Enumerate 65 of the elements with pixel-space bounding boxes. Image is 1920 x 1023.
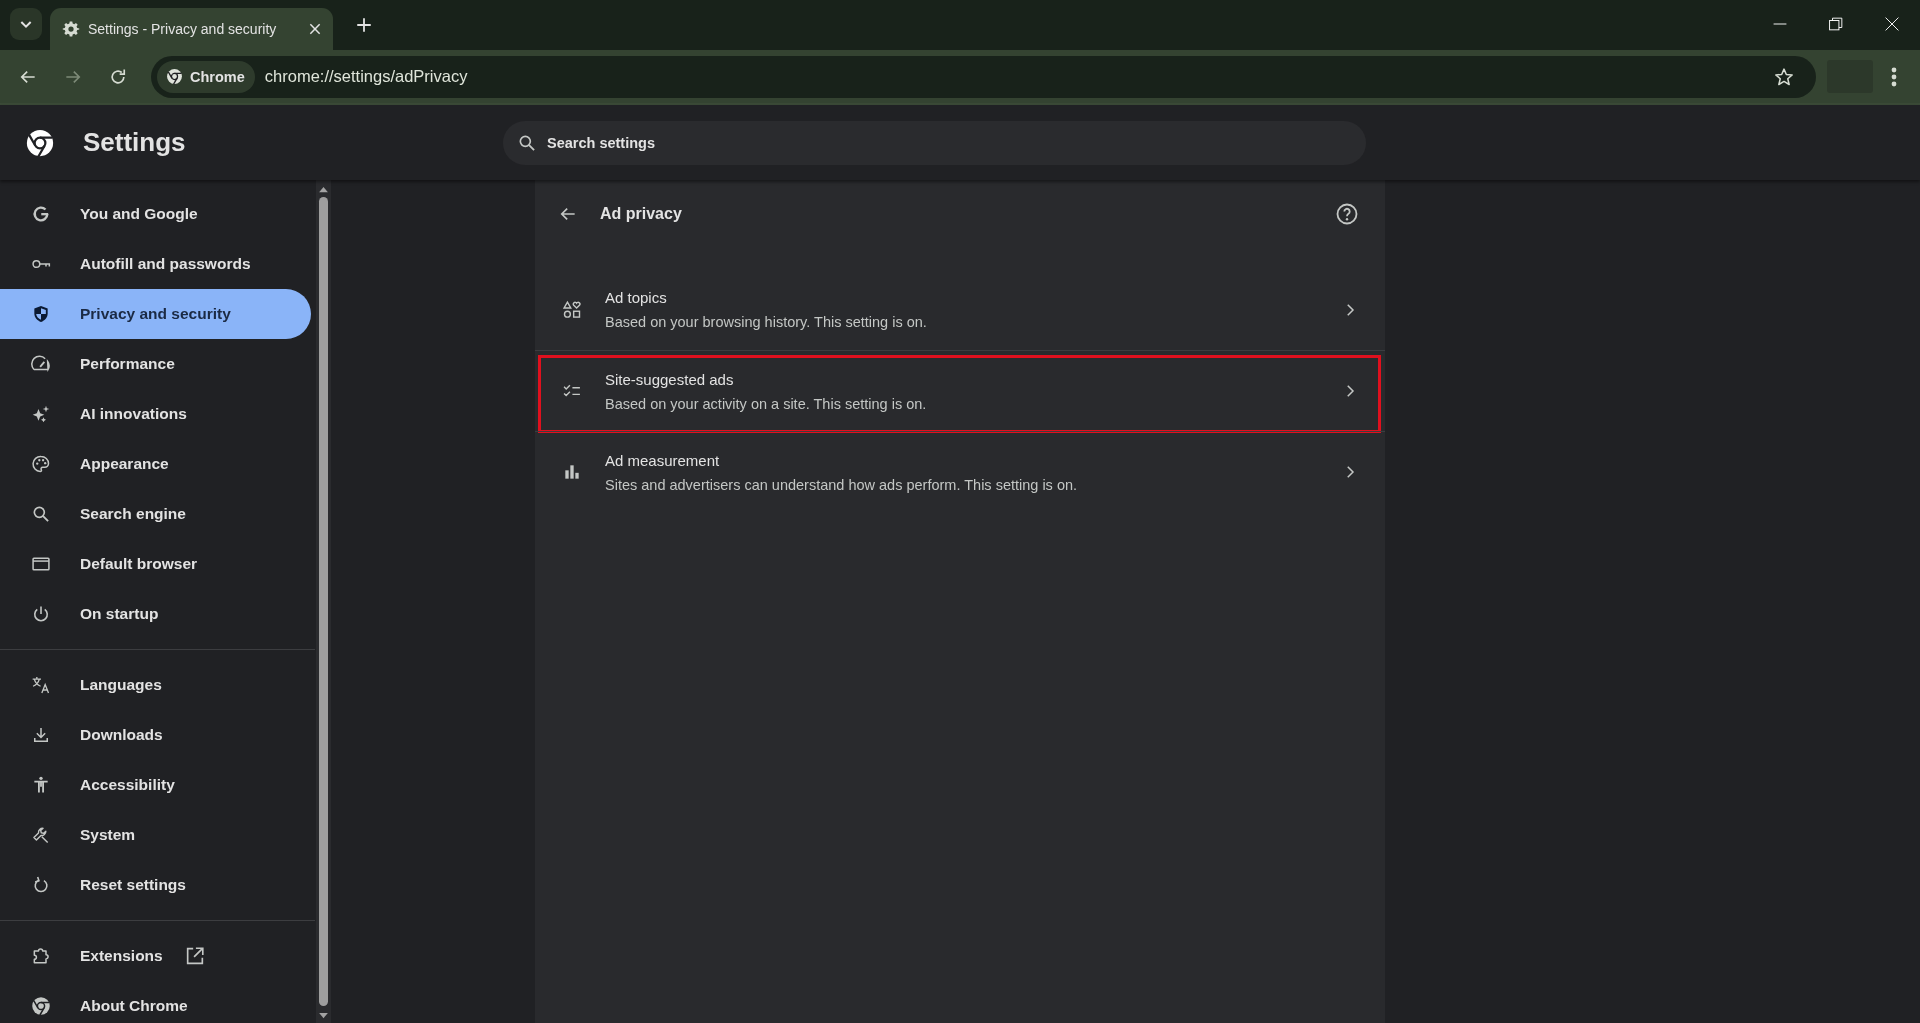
sparkle-icon <box>31 404 51 424</box>
search-icon <box>31 504 51 524</box>
plus-icon <box>355 16 373 34</box>
sidebar-item[interactable]: On startup <box>0 589 311 639</box>
star-icon <box>1774 66 1794 87</box>
power-icon <box>31 604 51 624</box>
scrollbar[interactable] <box>316 180 331 1023</box>
accessibility-icon <box>31 775 51 795</box>
help-icon <box>1335 202 1359 226</box>
sidebar-item[interactable]: Default browser <box>0 539 311 589</box>
download-icon <box>31 725 51 745</box>
kebab-menu-icon <box>1891 66 1897 87</box>
settings-row[interactable]: Ad topics Based on your browsing history. This setting is on. <box>535 269 1385 350</box>
row-description: Based on your browsing history. This setting is on. <box>605 314 928 330</box>
search-field[interactable]: Search settings <box>503 120 1366 165</box>
sidebar-item[interactable]: About Chrome <box>0 981 311 1023</box>
shapes-icon <box>562 299 582 320</box>
puzzle-icon <box>31 946 51 966</box>
section-title: Ad privacy <box>600 205 683 223</box>
sidebar-item[interactable]: You and Google <box>0 189 311 239</box>
close-icon <box>308 22 322 36</box>
sidebar-item[interactable]: Search engine <box>0 489 311 539</box>
bar-chart-icon <box>562 462 582 482</box>
close-icon <box>1885 17 1899 31</box>
site-chip[interactable]: Chrome <box>157 60 255 93</box>
sidebar-item[interactable]: Performance <box>0 339 311 389</box>
translate-icon <box>31 675 51 695</box>
scrollbar-thumb[interactable] <box>319 197 328 1006</box>
chrome-logo-icon <box>166 68 183 85</box>
restore-icon <box>1829 17 1843 31</box>
chrome-logo-icon <box>25 127 55 158</box>
tab-title: Settings - Privacy and security <box>88 21 278 37</box>
palette-icon <box>31 454 51 474</box>
settings-row[interactable]: Ad measurement Sites and advertisers can understand how ads perform. This setting is on. <box>535 431 1385 512</box>
row-description: Based on your activity on a site. This setting is on. <box>605 395 928 412</box>
wrench-icon <box>31 825 51 845</box>
scroll-down-icon <box>318 1012 329 1019</box>
row-title: Ad measurement <box>605 451 721 469</box>
url-text[interactable]: chrome://settings/adPrivacy <box>264 67 1768 86</box>
browser-tab[interactable]: Settings - Privacy and security <box>50 8 333 50</box>
sidebar-item[interactable]: System <box>0 810 311 860</box>
shield-icon <box>31 304 51 324</box>
browser-window-icon <box>31 554 51 574</box>
row-title: Site-suggested ads <box>605 370 735 388</box>
sidebar-item[interactable]: Appearance <box>0 439 311 489</box>
g-logo-icon <box>31 204 51 224</box>
page-title: Settings <box>83 127 187 158</box>
tab-search-button[interactable] <box>10 8 42 40</box>
gear-icon <box>62 20 80 38</box>
sidebar-item[interactable]: Downloads <box>0 710 311 760</box>
gauge-icon <box>31 354 51 374</box>
sidebar-item[interactable]: AI innovations <box>0 389 311 439</box>
sidebar-item[interactable]: Accessibility <box>0 760 311 810</box>
row-title: Ad topics <box>605 289 668 306</box>
sidebar-item[interactable]: Reset settings <box>0 860 311 910</box>
sidebar-item[interactable]: Autofill and passwords <box>0 239 311 289</box>
row-description: Sites and advertisers can understand how ads perform. This setting is on. <box>605 476 1079 493</box>
settings-row[interactable]: Site-suggested ads Based on your activity on a site. This setting is on. <box>535 350 1385 431</box>
help-button[interactable] <box>1334 201 1360 227</box>
chrome-logo-icon <box>31 996 51 1016</box>
sidebar-item[interactable]: Extensions <box>0 931 311 981</box>
address-bar[interactable]: Chrome chrome://settings/adPrivacy <box>151 55 1816 98</box>
sidebar-item[interactable]: Privacy and security <box>0 289 311 339</box>
sidebar-item[interactable]: Languages <box>0 660 311 710</box>
scroll-up-icon <box>318 186 329 193</box>
